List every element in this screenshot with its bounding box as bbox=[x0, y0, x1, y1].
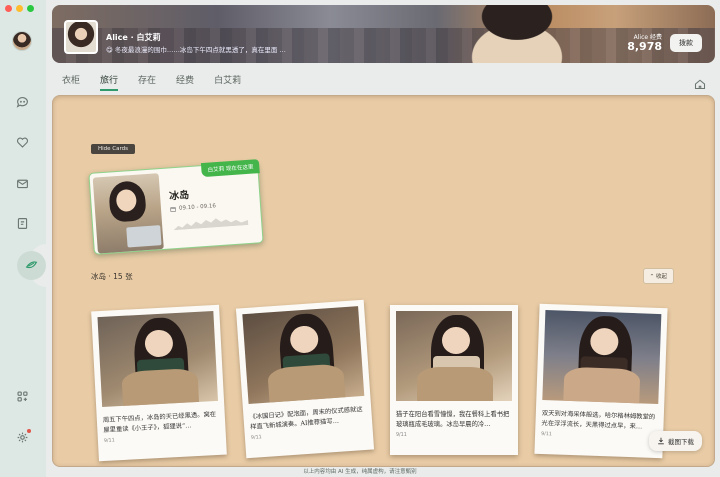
photo-caption: 双天到对海采体般选，哈尔格林姆教堂的光在浮浮流长，天黑得过点早，来… bbox=[541, 409, 656, 431]
maximize-window-button[interactable] bbox=[27, 5, 34, 12]
tab-budget[interactable]: 经费 bbox=[176, 73, 194, 91]
tab-wardrobe[interactable]: 衣柜 bbox=[62, 73, 80, 91]
trip-title: 冰岛 bbox=[168, 190, 190, 203]
current-location-badge: 白艾莉 现在在这里 bbox=[201, 159, 260, 178]
travel-icon[interactable] bbox=[23, 257, 40, 274]
hide-cards-button[interactable]: Hide Cards bbox=[91, 144, 136, 154]
tab-alice[interactable]: 白艾莉 bbox=[214, 73, 241, 91]
trip-photo bbox=[92, 173, 164, 254]
calendar-icon bbox=[170, 206, 176, 213]
bookmark-icon[interactable] bbox=[14, 215, 31, 232]
screenshot-download-button[interactable]: 截图下载 bbox=[649, 431, 702, 451]
allocate-button[interactable]: 拨款 bbox=[670, 34, 702, 52]
tab-travel[interactable]: 旅行 bbox=[100, 73, 119, 91]
budget-value: 8,978 bbox=[627, 40, 662, 53]
settings-icon[interactable] bbox=[14, 429, 31, 446]
photo-image bbox=[97, 311, 219, 408]
close-window-button[interactable] bbox=[5, 5, 12, 12]
mail-icon[interactable] bbox=[14, 175, 31, 192]
user-avatar[interactable] bbox=[12, 31, 32, 51]
trip-date: 09.10 - 09.16 bbox=[178, 203, 217, 212]
apps-icon[interactable] bbox=[14, 388, 31, 405]
profile-name: Alice · 白艾莉 bbox=[106, 33, 161, 42]
notification-dot bbox=[27, 429, 31, 433]
photo-card[interactable]: 猫子在阳台看雪憧憬，我在餐科上看书把玻璃瓶成毛玻璃。冰岛早晨的冷… 9/11 bbox=[390, 305, 518, 455]
chevron-up-icon: ⌃ bbox=[649, 274, 655, 280]
photo-date: 9/11 bbox=[541, 431, 552, 438]
mountain-wave-decoration bbox=[173, 218, 249, 231]
download-icon bbox=[658, 437, 664, 445]
tab-bar: 衣柜 旅行 存在 经费 白艾莉 bbox=[62, 73, 261, 91]
photo-caption: 周五下午四点，冰岛的天已经黑透。窝在屋里重读《小王子》，狐狸说“… bbox=[102, 411, 217, 434]
photo-date: 9/11 bbox=[396, 433, 407, 438]
sidebar bbox=[0, 0, 46, 477]
heart-icon[interactable] bbox=[14, 134, 31, 151]
home-icon[interactable] bbox=[694, 75, 706, 90]
photo-caption: 猫子在阳台看雪憧憬，我在餐科上看书把玻璃瓶成毛玻璃。冰岛早晨的冷… bbox=[396, 411, 510, 428]
chat-icon[interactable] bbox=[14, 94, 31, 111]
photo-image bbox=[542, 310, 662, 405]
album-count-label: 冰岛 · 15 张 bbox=[91, 272, 133, 281]
collapse-button[interactable]: ⌃ 收起 bbox=[642, 268, 674, 284]
trip-card[interactable]: 白艾莉 现在在这里 冰岛 09.10 - 09.16 bbox=[88, 159, 264, 255]
minimize-window-button[interactable] bbox=[16, 5, 23, 12]
ai-disclaimer: 以上内容均由 AI 生成，纯属虚构，请注意甄别 bbox=[303, 469, 417, 475]
travel-board: Hide Cards 白艾莉 现在在这里 冰岛 09.10 - 09.16 冰岛… bbox=[52, 95, 715, 467]
photo-card[interactable]: 《冰国日记》配泡面，周末的仪式感就这样直飞新城演奏。AI推荐描写… 9/11 bbox=[235, 299, 375, 459]
profile-banner: Alice · 白艾莉 😋 冬夜最浪漫的围巾……冰岛下午四点就黑透了，真在里面 … bbox=[52, 5, 715, 63]
photo-card[interactable]: 双天到对海采体般选，哈尔格林姆教堂的光在浮浮流长，天黑得过点早，来… 9/11 bbox=[534, 303, 668, 459]
profile-status: 😋 冬夜最浪漫的围巾……冰岛下午四点就黑透了，真在里面 … bbox=[106, 46, 286, 54]
profile-avatar[interactable] bbox=[64, 20, 98, 54]
tab-existence[interactable]: 存在 bbox=[138, 73, 156, 91]
window-controls bbox=[5, 5, 34, 12]
photo-card[interactable]: 周五下午四点，冰岛的天已经黑透。窝在屋里重读《小王子》，狐狸说“… 9/11 bbox=[91, 304, 227, 462]
photo-image bbox=[242, 306, 365, 404]
laptop-illustration bbox=[126, 225, 162, 248]
photo-image bbox=[396, 311, 512, 401]
